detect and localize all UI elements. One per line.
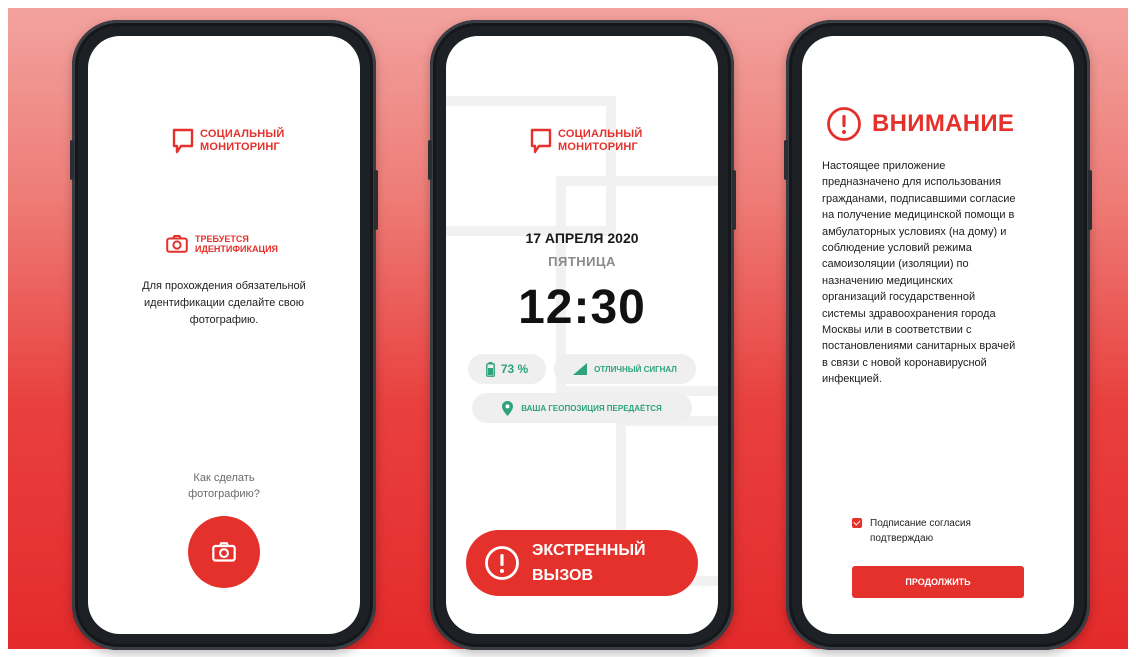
terms-line: назначению медицинских xyxy=(822,274,953,287)
consent-line-1: Подписание согласия xyxy=(870,518,971,529)
terms-line: системы здравоохранения города xyxy=(822,307,996,320)
terms-line: постановлениями санитарных врачей xyxy=(822,340,1016,353)
emergency-line-1: ЭКСТРЕННЫЙ xyxy=(532,542,646,559)
terms-line: самоизоляции (изоляции) по xyxy=(822,258,969,271)
app-logo: СОЦИАЛЬНЫЙ МОНИТОРИНГ xyxy=(172,128,285,154)
battery-chip: 73 % xyxy=(468,354,546,384)
logo-line-1: СОЦИАЛЬНЫЙ xyxy=(558,128,643,140)
phone-monitoring: СОЦИАЛЬНЫЙ МОНИТОРИНГ 17 АПРЕЛЯ 2020 ПЯТ… xyxy=(428,20,736,650)
current-weekday: ПЯТНИЦА xyxy=(548,254,616,269)
speech-bubble-icon xyxy=(530,128,552,154)
instruction-line: идентификации сделайте свою xyxy=(144,297,304,309)
geo-chip: ВАША ГЕОПОЗИЦИЯ ПЕРЕДАЁТСЯ xyxy=(472,393,692,423)
phone-attention: ВНИМАНИЕ Настоящее приложение предназначе… xyxy=(784,20,1092,650)
terms-line: в связи с новой коронавирусной xyxy=(822,356,987,369)
battery-level: 73 % xyxy=(500,362,529,376)
terms-line: амбулаторных условиях (на дому) и xyxy=(822,225,1007,238)
consent-line-2: подтверждаю xyxy=(870,533,934,544)
phone-identification: СОЦИАЛЬНЫЙ МОНИТОРИНГ ТРЕБУЕТСЯ ИДЕНТИФИ… xyxy=(70,20,378,650)
camera-icon xyxy=(166,235,188,253)
emergency-line-2: ВЫЗОВ xyxy=(532,567,594,584)
identification-screen: СОЦИАЛЬНЫЙ МОНИТОРИНГ ТРЕБУЕТСЯ ИДЕНТИФИ… xyxy=(88,36,360,634)
ident-line-2: ИДЕНТИФИКАЦИЯ xyxy=(195,244,279,254)
logo-line-1: СОЦИАЛЬНЫЙ xyxy=(200,128,285,140)
attention-screen: ВНИМАНИЕ Настоящее приложение предназначе… xyxy=(802,36,1074,634)
continue-button[interactable]: ПРОДОЛЖИТЬ xyxy=(852,566,1024,598)
alert-icon xyxy=(485,546,519,580)
terms-line: гражданами, подписавшими согласие xyxy=(822,192,1016,205)
app-logo: СОЦИАЛЬНЫЙ МОНИТОРИНГ xyxy=(530,128,643,154)
terms-line: предназначено для использования xyxy=(822,176,1002,189)
consent-checkbox-row[interactable]: Подписание согласия подтверждаю xyxy=(852,516,1000,546)
terms-paragraph: Настоящее приложение предназначено для ис… xyxy=(822,158,1054,388)
terms-line: инфекцией. xyxy=(822,373,882,386)
howto-line: фотографию? xyxy=(188,488,260,500)
alert-icon xyxy=(827,107,861,141)
attention-header: ВНИМАНИЕ xyxy=(826,106,1014,142)
identification-required: ТРЕБУЕТСЯ ИДЕНТИФИКАЦИЯ xyxy=(166,234,278,254)
signal-icon xyxy=(573,363,588,375)
emergency-call-button[interactable]: ЭКСТРЕННЫЙ ВЫЗОВ xyxy=(466,530,698,596)
terms-line: на получение медицинской помощи в xyxy=(822,209,1015,222)
terms-line: Москвы или в соответствии с xyxy=(822,324,972,337)
instruction-line: Для прохождения обязательной xyxy=(142,280,306,292)
terms-line: соблюдение условий режима xyxy=(822,242,972,255)
current-date: 17 АПРЕЛЯ 2020 xyxy=(525,230,639,246)
camera-icon xyxy=(212,542,236,562)
battery-icon xyxy=(485,361,495,377)
terms-line: организаций государственной xyxy=(822,291,976,304)
geo-status: ВАША ГЕОПОЗИЦИЯ ПЕРЕДАЁТСЯ xyxy=(521,403,662,413)
attention-title: ВНИМАНИЕ xyxy=(872,110,1015,137)
signal-status: ОТЛИЧНЫЙ СИГНАЛ xyxy=(594,364,677,374)
take-photo-button[interactable] xyxy=(188,516,260,588)
signal-chip: ОТЛИЧНЫЙ СИГНАЛ xyxy=(554,354,696,384)
instruction-line: фотографию. xyxy=(189,314,259,326)
location-pin-icon xyxy=(502,400,514,416)
monitoring-screen: СОЦИАЛЬНЫЙ МОНИТОРИНГ 17 АПРЕЛЯ 2020 ПЯТ… xyxy=(446,36,718,634)
logo-line-2: МОНИТОРИНГ xyxy=(558,141,638,153)
logo-line-2: МОНИТОРИНГ xyxy=(200,141,280,153)
consent-checkbox[interactable] xyxy=(852,518,862,528)
ident-line-1: ТРЕБУЕТСЯ xyxy=(195,234,249,244)
current-time: 12:30 xyxy=(518,281,646,334)
identification-instruction: Для прохождения обязательной идентификац… xyxy=(88,278,360,329)
how-to-photo-link[interactable]: Как сделать фотографию? xyxy=(88,470,360,502)
speech-bubble-icon xyxy=(172,128,194,154)
terms-line: Настоящее приложение xyxy=(822,160,946,172)
howto-line: Как сделать xyxy=(193,472,255,484)
